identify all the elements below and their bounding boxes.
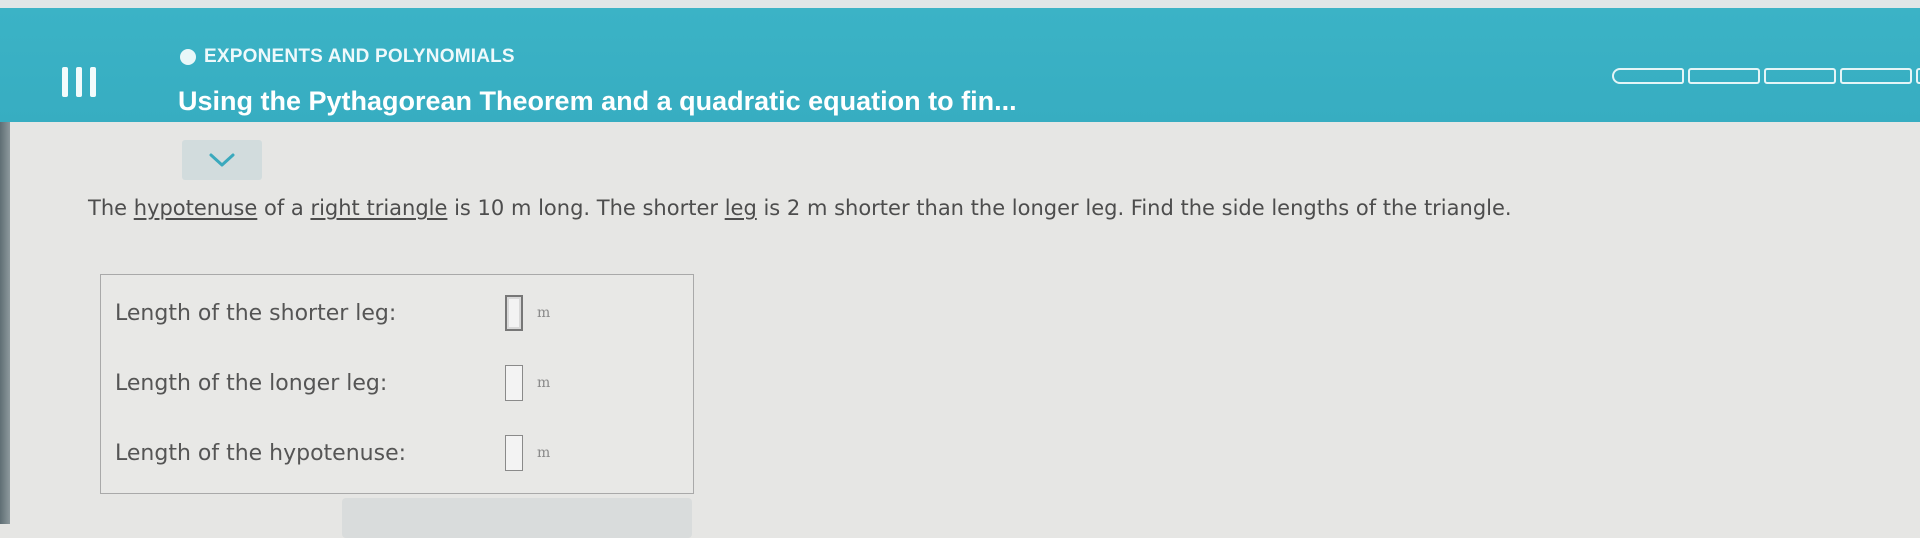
menu-icon-bar (76, 67, 82, 97)
answer-row-longer-leg: Length of the longer leg: m (115, 365, 550, 401)
term-link-leg[interactable]: leg (725, 196, 757, 220)
topic-label: EXPONENTS AND POLYNOMIALS (204, 46, 515, 67)
term-link-right-triangle[interactable]: right triangle (310, 196, 447, 220)
progress-bar (1612, 68, 1920, 84)
unit-label: m (537, 445, 551, 461)
header-bar: EXPONENTS AND POLYNOMIALS Using the Pyth… (0, 0, 1920, 122)
answer-row-hypotenuse: Length of the hypotenuse: m (115, 435, 550, 471)
answer-box: Length of the shorter leg: m Length of t… (100, 274, 694, 494)
problem-text: is 10 m long. The shorter (447, 196, 725, 220)
problem-text: The (88, 196, 134, 220)
unit-label: m (537, 305, 551, 321)
answer-label: Length of the shorter leg: (115, 300, 397, 326)
problem-statement: The hypotenuse of a right triangle is 10… (88, 196, 1512, 220)
problem-text: of a (257, 196, 311, 220)
menu-button[interactable] (62, 62, 96, 102)
unit-label: m (537, 375, 551, 391)
menu-icon (62, 67, 68, 97)
menu-icon-bar (90, 67, 96, 97)
progress-segment (1764, 68, 1836, 84)
hypotenuse-input[interactable] (505, 435, 523, 471)
progress-segment (1688, 68, 1760, 84)
problem-text: is 2 m shorter than the longer leg. Find… (756, 196, 1512, 220)
expand-button[interactable] (182, 140, 262, 180)
chevron-down-icon (209, 153, 235, 167)
action-button[interactable] (342, 498, 692, 538)
shorter-leg-input[interactable] (505, 295, 523, 331)
longer-leg-input[interactable] (505, 365, 523, 401)
term-link-hypotenuse[interactable]: hypotenuse (134, 196, 258, 220)
lesson-title: Using the Pythagorean Theorem and a quad… (178, 86, 1017, 116)
topic-dot-icon (180, 49, 196, 65)
progress-segment (1612, 68, 1684, 84)
answer-label: Length of the longer leg: (115, 370, 388, 396)
progress-segment (1916, 68, 1920, 84)
answer-label: Length of the hypotenuse: (115, 440, 407, 466)
topic-row: EXPONENTS AND POLYNOMIALS (180, 46, 515, 68)
answer-row-shorter-leg: Length of the shorter leg: m (115, 295, 550, 331)
progress-segment (1840, 68, 1912, 84)
